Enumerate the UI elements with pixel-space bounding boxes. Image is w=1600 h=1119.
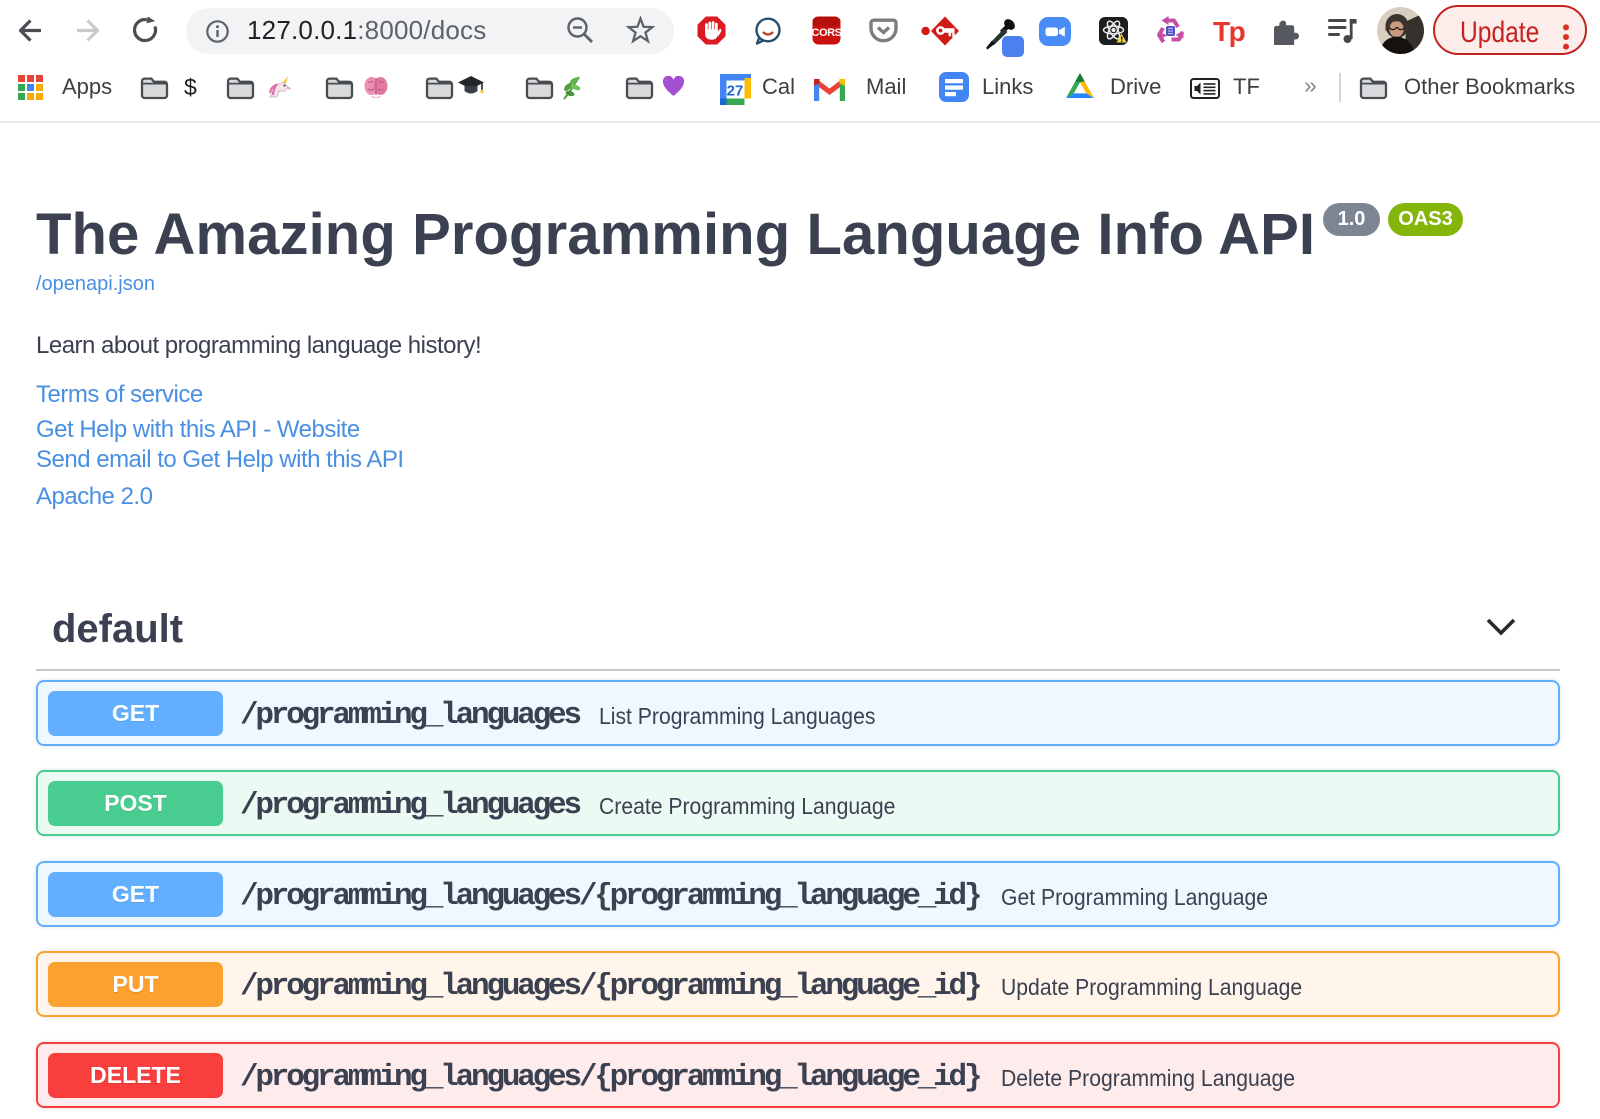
svg-text:27: 27 (727, 83, 744, 100)
svg-text:CORS: CORS (812, 27, 841, 39)
